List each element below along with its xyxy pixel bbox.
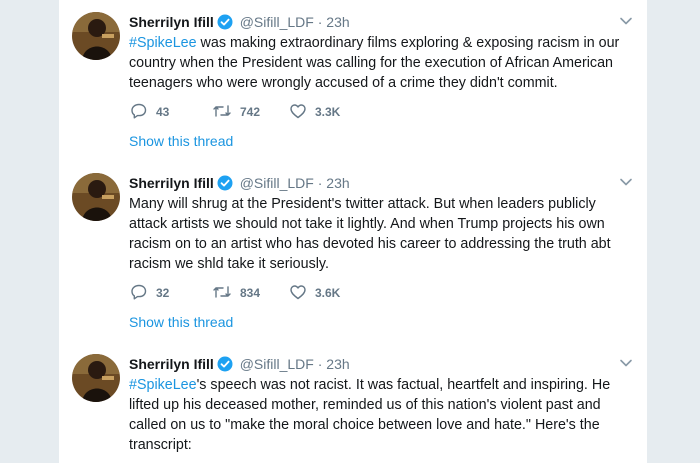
author-name[interactable]: Sherrilyn Ifill — [129, 14, 214, 30]
tweet-header: Sherrilyn Ifill @Sifill_LDF · 23h — [129, 174, 350, 192]
verified-badge-icon — [217, 175, 233, 195]
avatar[interactable] — [72, 173, 120, 221]
reply-icon — [130, 102, 148, 123]
tweet-text: #SpikeLee's speech was not racist. It wa… — [129, 375, 629, 455]
author-handle[interactable]: @Sifill_LDF — [240, 356, 314, 372]
verified-badge-icon — [217, 14, 233, 34]
reply-count: 32 — [156, 286, 170, 300]
tweet-text: #SpikeLee was making extraordinary films… — [129, 33, 629, 93]
reply-count: 43 — [156, 105, 170, 119]
tweet-body: Many will shrug at the President's twitt… — [129, 196, 611, 272]
separator-dot: · — [317, 14, 323, 30]
show-thread-link[interactable]: Show this thread — [129, 133, 233, 149]
avatar[interactable] — [72, 354, 120, 402]
reply-button[interactable]: 32 — [130, 283, 169, 303]
timestamp[interactable]: 23h — [326, 356, 349, 372]
tweet-header: Sherrilyn Ifill @Sifill_LDF · 23h — [129, 355, 350, 373]
author-name[interactable]: Sherrilyn Ifill — [129, 356, 214, 372]
chevron-down-icon[interactable] — [619, 356, 633, 370]
chevron-down-icon[interactable] — [619, 14, 633, 28]
tweet-body: 's speech was not racist. It was factual… — [129, 377, 611, 453]
separator-dot: · — [317, 356, 323, 372]
like-button[interactable]: 3.3K — [289, 102, 340, 122]
tweet-header: Sherrilyn Ifill @Sifill_LDF · 23h — [129, 13, 350, 31]
tweet-body: was making extraordinary films exploring… — [129, 35, 620, 91]
retweet-count: 742 — [240, 105, 261, 119]
retweet-count: 834 — [240, 286, 261, 300]
like-count: 3.3K — [315, 105, 341, 119]
like-icon — [289, 283, 307, 304]
like-icon — [289, 102, 307, 123]
avatar[interactable] — [72, 12, 120, 60]
tweet[interactable]: Sherrilyn Ifill @Sifill_LDF · 23h #Spike… — [59, 0, 647, 162]
author-handle[interactable]: @Sifill_LDF — [240, 175, 314, 191]
timestamp[interactable]: 23h — [326, 175, 349, 191]
verified-badge-icon — [217, 356, 233, 376]
author-handle[interactable]: @Sifill_LDF — [240, 14, 314, 30]
tweet[interactable]: Sherrilyn Ifill @Sifill_LDF · 23h #Spike… — [59, 342, 647, 463]
retweet-button[interactable]: 834 — [212, 283, 260, 303]
hashtag-link[interactable]: #SpikeLee — [129, 377, 197, 393]
tweet[interactable]: Sherrilyn Ifill @Sifill_LDF · 23h Many w… — [59, 161, 647, 343]
hashtag-link[interactable]: #SpikeLee — [129, 35, 197, 51]
retweet-icon — [212, 102, 232, 123]
separator-dot: · — [317, 175, 323, 191]
retweet-button[interactable]: 742 — [212, 102, 260, 122]
like-count: 3.6K — [315, 286, 341, 300]
retweet-icon — [212, 283, 232, 304]
reply-icon — [130, 283, 148, 304]
show-thread-link[interactable]: Show this thread — [129, 314, 233, 330]
reply-button[interactable]: 43 — [130, 102, 169, 122]
like-button[interactable]: 3.6K — [289, 283, 340, 303]
tweet-text: Many will shrug at the President's twitt… — [129, 194, 629, 274]
author-name[interactable]: Sherrilyn Ifill — [129, 175, 214, 191]
chevron-down-icon[interactable] — [619, 175, 633, 189]
timestamp[interactable]: 23h — [326, 14, 349, 30]
timeline: Sherrilyn Ifill @Sifill_LDF · 23h #Spike… — [59, 0, 647, 463]
